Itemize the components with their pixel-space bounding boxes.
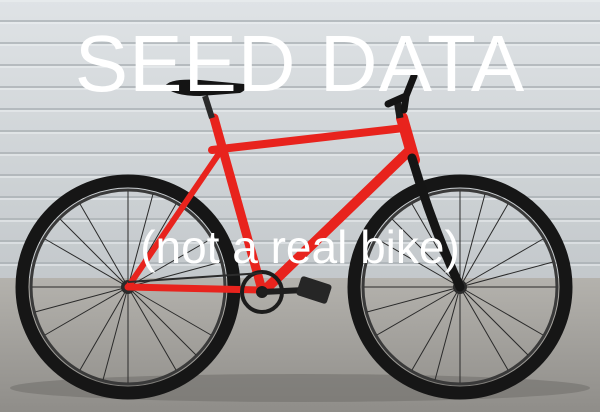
subline-overlay: (not a real bike): [140, 221, 460, 273]
headline-overlay: SEED DATA: [74, 19, 526, 108]
photo: SEED DATA (not a real bike): [0, 0, 600, 412]
